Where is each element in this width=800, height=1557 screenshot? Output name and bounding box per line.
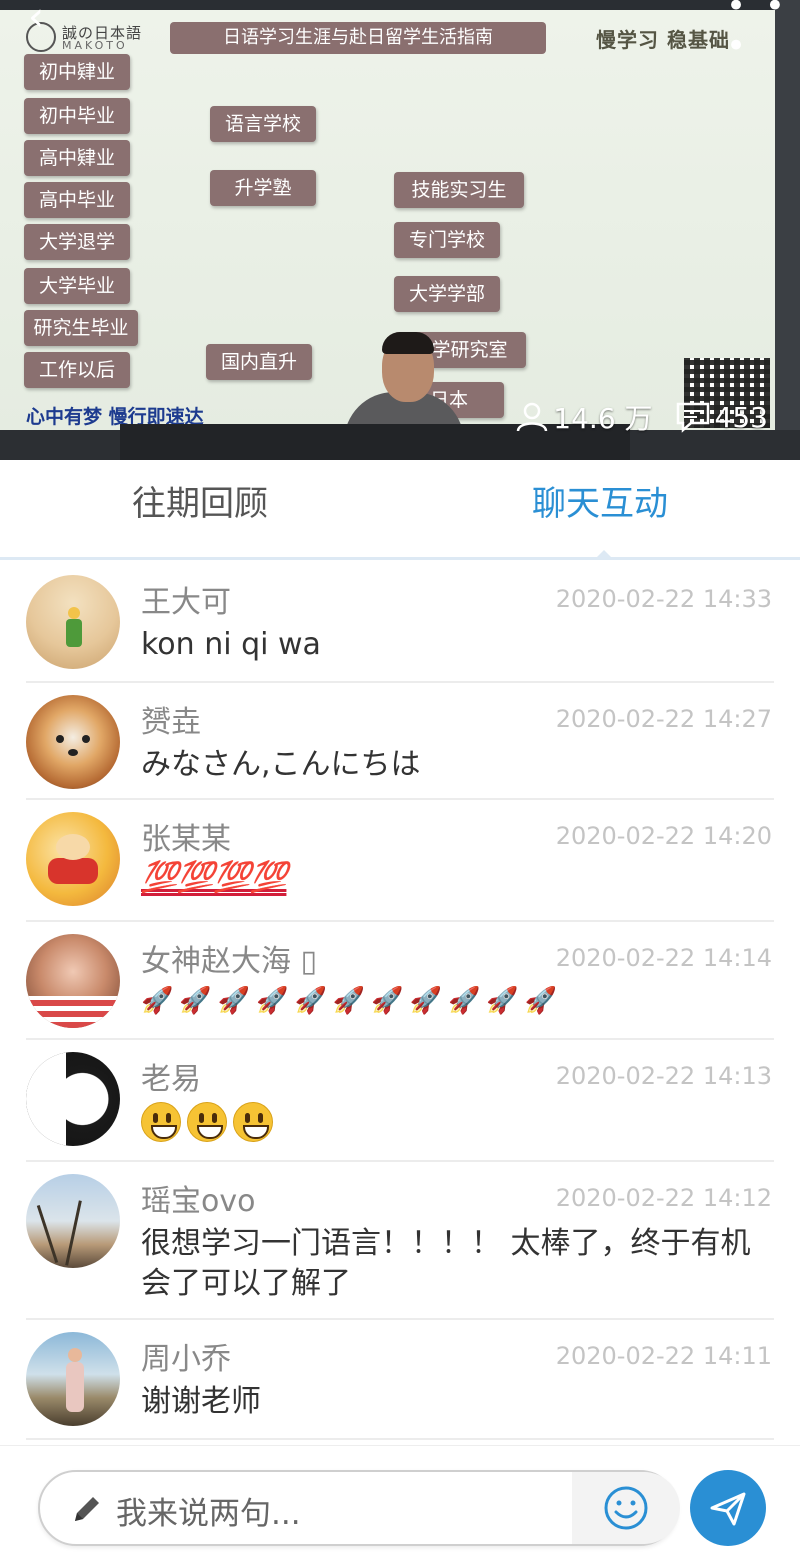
active-tab-indicator bbox=[594, 550, 614, 560]
grinning-face-icon bbox=[187, 1102, 227, 1142]
tab-history[interactable]: 往期回顾 bbox=[0, 460, 400, 557]
message-text: みなさん,こんにちは bbox=[141, 747, 421, 782]
live-video-player[interactable]: 誠の日本語 MAKOTO 日语学习生涯与赴日留学生活指南 慢学习 稳基础 初中肄… bbox=[0, 0, 800, 460]
more-options-icon[interactable]: • • • bbox=[726, 0, 800, 66]
slide-box: 大学退学 bbox=[24, 224, 130, 260]
chat-input-bar: 我来说两句... bbox=[0, 1445, 800, 1557]
avatar[interactable] bbox=[26, 1332, 120, 1426]
message-author: 张某某 bbox=[141, 822, 231, 857]
message-text: 谢谢老师 bbox=[141, 1384, 261, 1419]
message-time: 2020-02-22 14:20 bbox=[555, 822, 772, 850]
message-author: 瑶宝ovo bbox=[141, 1184, 256, 1219]
hundred-points-emoji: 💯💯💯💯 bbox=[141, 860, 287, 895]
logo-en-text: MAKOTO bbox=[62, 39, 128, 52]
emoji-icon[interactable] bbox=[602, 1484, 650, 1532]
slide-box: 初中毕业 bbox=[24, 98, 130, 134]
chat-message: 女神赵大海 ▯ 2020-02-22 14:14 🚀🚀🚀🚀🚀🚀🚀🚀🚀🚀🚀 bbox=[26, 922, 774, 1040]
chat-message: 王大可 2020-02-22 14:33 kon ni qi wa bbox=[26, 563, 774, 683]
avatar[interactable] bbox=[26, 1052, 120, 1146]
makoto-logo: 誠の日本語 MAKOTO bbox=[26, 22, 166, 52]
message-time: 2020-02-22 14:13 bbox=[555, 1062, 772, 1090]
slide-box: 初中肄业 bbox=[24, 54, 130, 90]
slide-box: 高中肄业 bbox=[24, 140, 130, 176]
comment-count: 453 bbox=[714, 400, 768, 434]
message-text: kon ni qi wa bbox=[141, 627, 321, 662]
message-author: 女神赵大海 ▯ bbox=[141, 944, 318, 979]
message-time: 2020-02-22 14:11 bbox=[555, 1342, 772, 1370]
slide-box: 专门学校 bbox=[394, 222, 500, 258]
tab-chat[interactable]: 聊天互动 bbox=[400, 460, 800, 557]
input-placeholder: 我来说两句... bbox=[116, 1496, 301, 1532]
message-time: 2020-02-22 14:27 bbox=[555, 705, 772, 733]
live-stats: 14.6 万 453 bbox=[515, 400, 768, 435]
tab-bar: 往期回顾 聊天互动 bbox=[0, 460, 800, 560]
message-time: 2020-02-22 14:33 bbox=[555, 585, 772, 613]
slide-box: 语言学校 bbox=[210, 106, 316, 142]
message-author: 赟垚 bbox=[141, 705, 201, 740]
slide-title: 日语学习生涯与赴日留学生活指南 bbox=[170, 22, 546, 54]
avatar[interactable] bbox=[26, 695, 120, 789]
pencil-icon bbox=[75, 1497, 99, 1521]
chat-message: 张某某 2020-02-22 14:20 💯💯💯💯 bbox=[26, 800, 774, 922]
slide-box: 工作以后 bbox=[24, 352, 130, 388]
back-icon[interactable]: ‹ bbox=[28, 0, 44, 40]
room-wall bbox=[775, 0, 800, 460]
viewer-icon bbox=[517, 402, 548, 432]
grinning-face-icon bbox=[233, 1102, 273, 1142]
smiley-emojis bbox=[141, 1102, 273, 1142]
slide-box: 国内直升 bbox=[206, 344, 312, 380]
rocket-emojis: 🚀🚀🚀🚀🚀🚀🚀🚀🚀🚀🚀 bbox=[141, 986, 564, 1016]
slide-slogan: 慢学习 稳基础 bbox=[596, 28, 730, 52]
chat-message: 瑶宝ovo 2020-02-22 14:12 很想学习一门语言！！！！ 太棒了，… bbox=[26, 1162, 774, 1320]
grinning-face-icon bbox=[141, 1102, 181, 1142]
slide-box: 技能实习生 bbox=[394, 172, 524, 208]
comment-input[interactable]: 我来说两句... bbox=[38, 1470, 680, 1546]
viewer-count: 14.6 万 bbox=[553, 402, 653, 435]
slide-box: 研究生毕业 bbox=[24, 310, 138, 346]
slide-box: 大学学部 bbox=[394, 276, 500, 312]
chat-list[interactable]: 王大可 2020-02-22 14:33 kon ni qi wa 赟垚 202… bbox=[0, 563, 800, 1443]
send-icon bbox=[710, 1492, 746, 1526]
slide-box: 大学毕业 bbox=[24, 268, 130, 304]
slide-box: 高中毕业 bbox=[24, 182, 130, 218]
chat-message: 周小乔 2020-02-22 14:11 谢谢老师 bbox=[26, 1320, 774, 1440]
slide-box: 升学塾 bbox=[210, 170, 316, 206]
message-text: 很想学习一门语言！！！！ 太棒了，终于有机会了可以了解了 bbox=[141, 1226, 751, 1301]
avatar[interactable] bbox=[26, 812, 120, 906]
message-time: 2020-02-22 14:12 bbox=[555, 1184, 772, 1212]
chat-message: 老易 2020-02-22 14:13 bbox=[26, 1040, 774, 1162]
message-author: 老易 bbox=[141, 1062, 201, 1097]
avatar[interactable] bbox=[26, 575, 120, 669]
avatar[interactable] bbox=[26, 1174, 120, 1268]
avatar[interactable] bbox=[26, 934, 120, 1028]
message-author: 周小乔 bbox=[141, 1342, 231, 1377]
comment-icon bbox=[676, 402, 709, 433]
message-time: 2020-02-22 14:14 bbox=[555, 944, 772, 972]
send-button[interactable] bbox=[690, 1470, 766, 1546]
message-author: 王大可 bbox=[141, 585, 231, 620]
presenter-hair bbox=[382, 332, 434, 354]
chat-message: 赟垚 2020-02-22 14:27 みなさん,こんにちは bbox=[26, 683, 774, 800]
